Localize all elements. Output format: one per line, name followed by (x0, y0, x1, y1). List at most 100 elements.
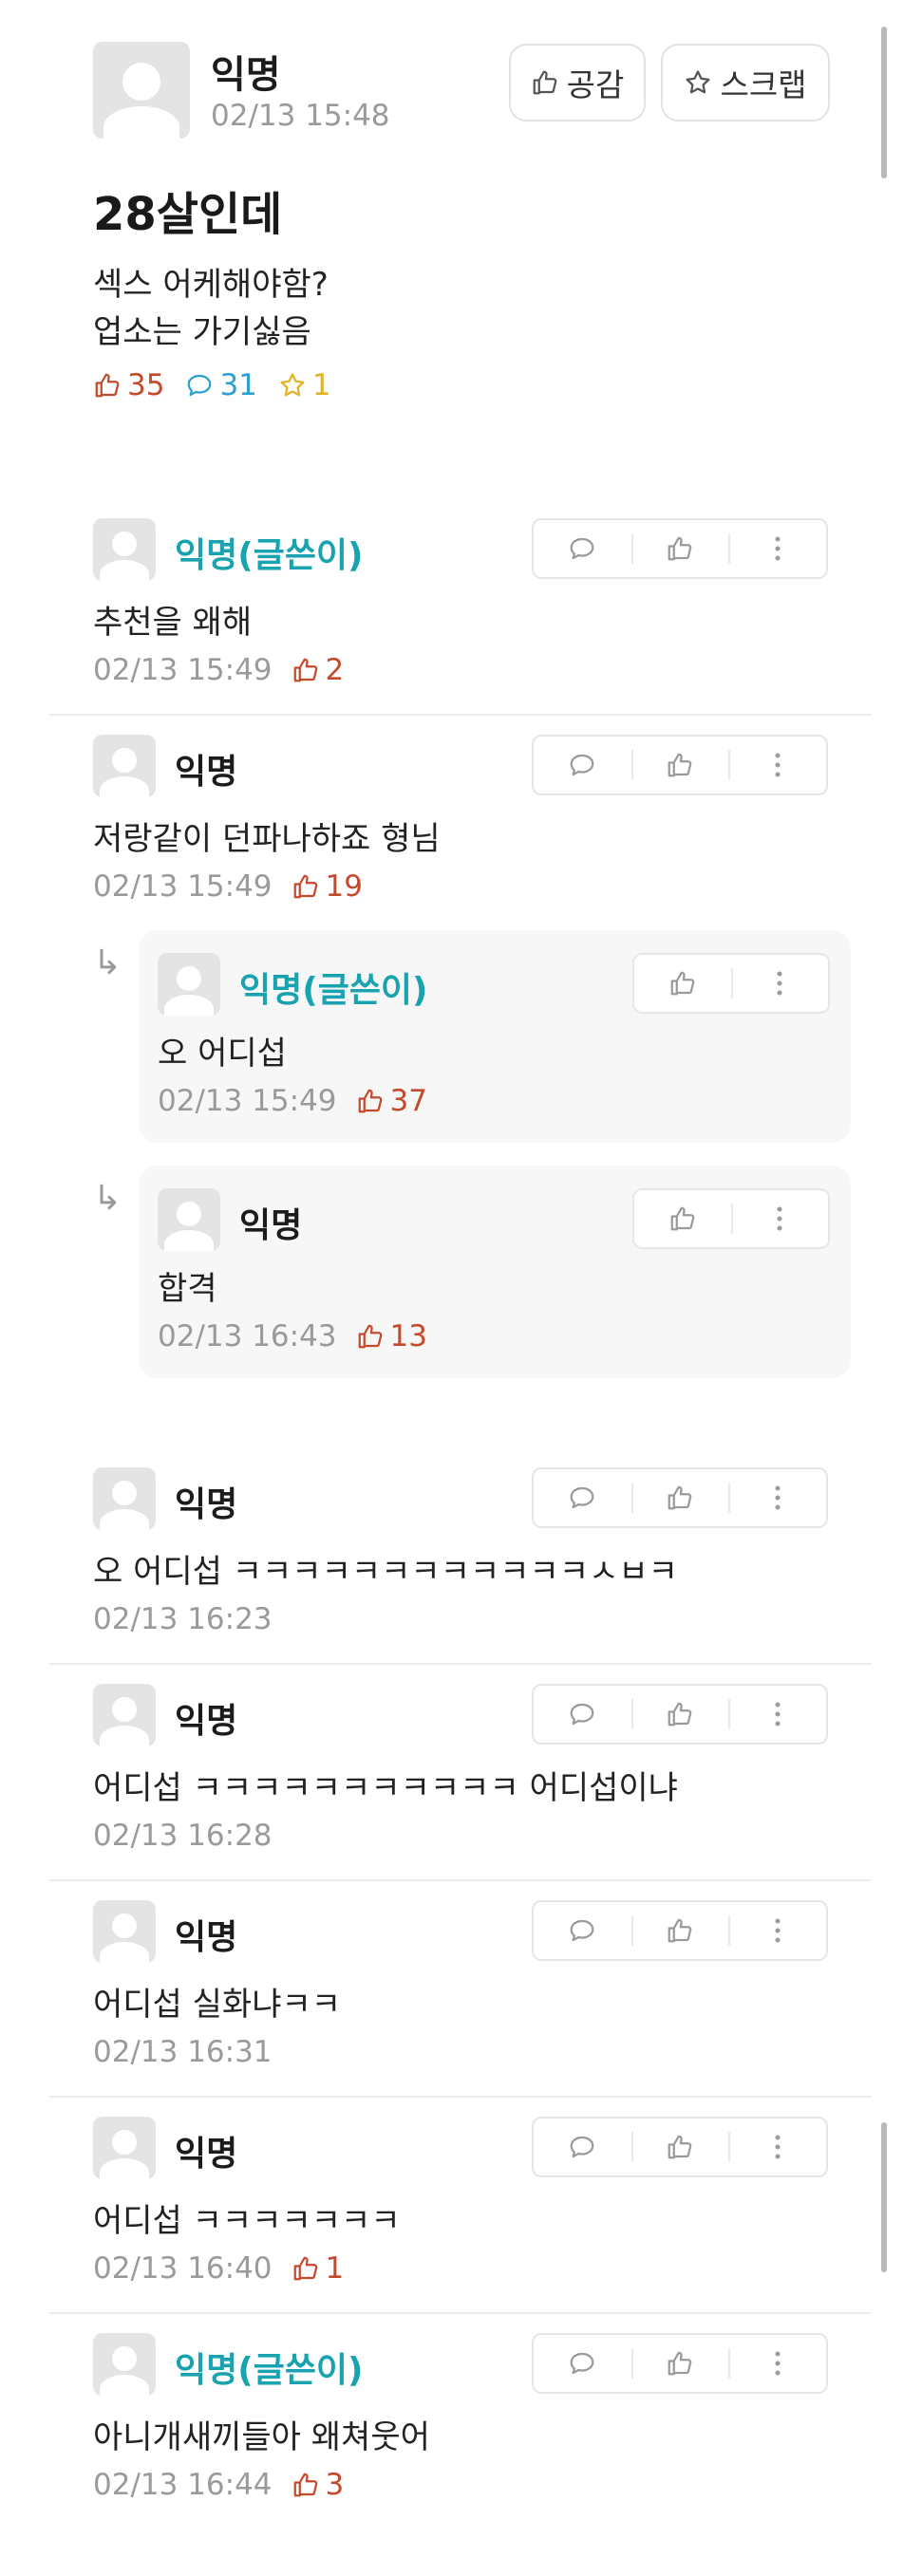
comment-author: 익명(글쓴이) (175, 2351, 364, 2390)
more-button[interactable] (728, 1686, 826, 1743)
avatar (93, 2117, 156, 2179)
thumbs-up-icon (356, 1087, 385, 1115)
like-comment-button[interactable] (634, 1190, 731, 1247)
more-vertical-icon (773, 2349, 782, 2378)
comment-actions (532, 1684, 828, 1745)
comment-time: 02/13 16:28 (93, 1819, 273, 1853)
comment-time: 02/13 16:44 (93, 2468, 273, 2502)
comment-like-count: 13 (389, 1319, 427, 1353)
scrap-button[interactable]: 스크랩 (661, 44, 830, 121)
more-button[interactable] (731, 955, 828, 1012)
avatar (158, 953, 220, 1016)
more-vertical-icon (773, 1916, 782, 1945)
comment-actions (532, 1467, 828, 1528)
reply-button[interactable] (534, 1902, 631, 1959)
post-stats: 35 31 1 (93, 368, 331, 402)
post-body-line1: 섹스 어케해야함? (93, 266, 329, 304)
scrap-button-label: 스크랩 (720, 66, 807, 103)
comment-like: 1 (292, 2251, 344, 2286)
speech-bubble-icon (568, 2133, 596, 2161)
comment-author: 익명(글쓴이) (239, 971, 428, 1010)
like-comment-button[interactable] (630, 737, 729, 793)
avatar (93, 1900, 156, 1963)
star-icon (684, 68, 712, 97)
comment-time: 02/13 15:49 (158, 1084, 337, 1118)
thumbs-up-icon (666, 2133, 694, 2161)
more-button[interactable] (728, 520, 826, 577)
comment-like: 2 (292, 653, 345, 687)
more-vertical-icon (773, 1700, 782, 1728)
divider (49, 2312, 871, 2314)
thumbs-up-icon (292, 872, 320, 901)
more-button[interactable] (728, 1902, 826, 1959)
comment-time: 02/13 16:43 (158, 1319, 337, 1353)
comment-actions (532, 2117, 828, 2177)
comment-author: 익명 (175, 2135, 238, 2174)
comment-author: 익명 (175, 1918, 238, 1957)
post-author: 익명 (211, 53, 281, 97)
reply-button[interactable] (534, 1469, 631, 1526)
comment-time: 02/13 15:49 (93, 653, 273, 687)
speech-bubble-icon (568, 534, 596, 563)
more-button[interactable] (728, 2119, 826, 2175)
comment-meta: 02/13 16:44 3 (93, 2468, 344, 2502)
more-button[interactable] (728, 737, 826, 793)
reply-arrow-icon: ↳ (93, 1179, 122, 1218)
comment-like-count: 2 (325, 653, 345, 687)
scrollbar-bottom[interactable] (881, 2122, 887, 2272)
reply-button[interactable] (534, 2335, 631, 2392)
thumbs-up-icon (292, 656, 320, 684)
like-comment-button[interactable] (634, 955, 731, 1012)
like-comment-button[interactable] (630, 520, 729, 577)
comment-time: 02/13 16:31 (93, 2035, 273, 2069)
avatar (93, 1467, 156, 1530)
divider (49, 714, 871, 716)
post-time: 02/13 15:48 (211, 99, 390, 133)
speech-bubble-icon (185, 371, 214, 400)
like-comment-button[interactable] (630, 1469, 729, 1526)
thumbs-up-icon (292, 2254, 320, 2283)
post-body-line2: 업소는 가기싫음 (93, 313, 311, 351)
comment-actions (532, 2333, 828, 2394)
reply-arrow-icon: ↳ (93, 943, 122, 982)
scrollbar-top[interactable] (881, 27, 887, 178)
speech-bubble-icon (568, 1484, 596, 1512)
more-button[interactable] (728, 2335, 826, 2392)
reply-button[interactable] (534, 737, 631, 793)
like-comment-button[interactable] (630, 1686, 729, 1743)
like-comment-button[interactable] (630, 2335, 729, 2392)
comment-text: 오 어디섭 (158, 1035, 287, 1073)
comment-actions (632, 1188, 830, 1249)
like-comment-button[interactable] (630, 2119, 729, 2175)
comment-like-count: 37 (389, 1084, 427, 1118)
avatar (93, 42, 190, 139)
comment-actions (632, 953, 830, 1014)
more-button[interactable] (728, 1469, 826, 1526)
more-vertical-icon (773, 2133, 782, 2161)
reply-button[interactable] (534, 520, 631, 577)
thumbs-up-icon (356, 1322, 385, 1351)
speech-bubble-icon (568, 751, 596, 779)
avatar (93, 2333, 156, 2396)
like-comment-button[interactable] (630, 1902, 729, 1959)
reply-button[interactable] (534, 2119, 631, 2175)
more-vertical-icon (773, 534, 782, 563)
comment-like: 37 (356, 1084, 427, 1118)
like-button[interactable]: 공감 (509, 44, 646, 121)
more-button[interactable] (731, 1190, 828, 1247)
comment-text: 어디섭 ㅋㅋㅋㅋㅋㅋㅋ (93, 2202, 401, 2240)
speech-bubble-icon (568, 1700, 596, 1728)
comment-meta: 02/13 15:49 19 (93, 869, 363, 904)
comment-text: 저랑같이 던파나하죠 형님 (93, 820, 441, 858)
reply-button[interactable] (534, 1686, 631, 1743)
avatar (93, 518, 156, 581)
comment-author: 익명 (175, 1702, 238, 1741)
comment-author: 익명 (175, 753, 238, 792)
comment-time: 02/13 16:40 (93, 2251, 273, 2286)
comment-meta: 02/13 15:49 37 (158, 1084, 427, 1118)
thumbs-up-icon (666, 751, 694, 779)
thumbs-up-icon (292, 2471, 320, 2499)
comment-text: 오 어디섭 ㅋㅋㅋㅋㅋㅋㅋㅋㅋㅋㅋㅋㅅㅂㅋ (93, 1553, 678, 1591)
comment-author: 익명(글쓴이) (175, 536, 364, 575)
post-title: 28살인데 (93, 188, 283, 241)
